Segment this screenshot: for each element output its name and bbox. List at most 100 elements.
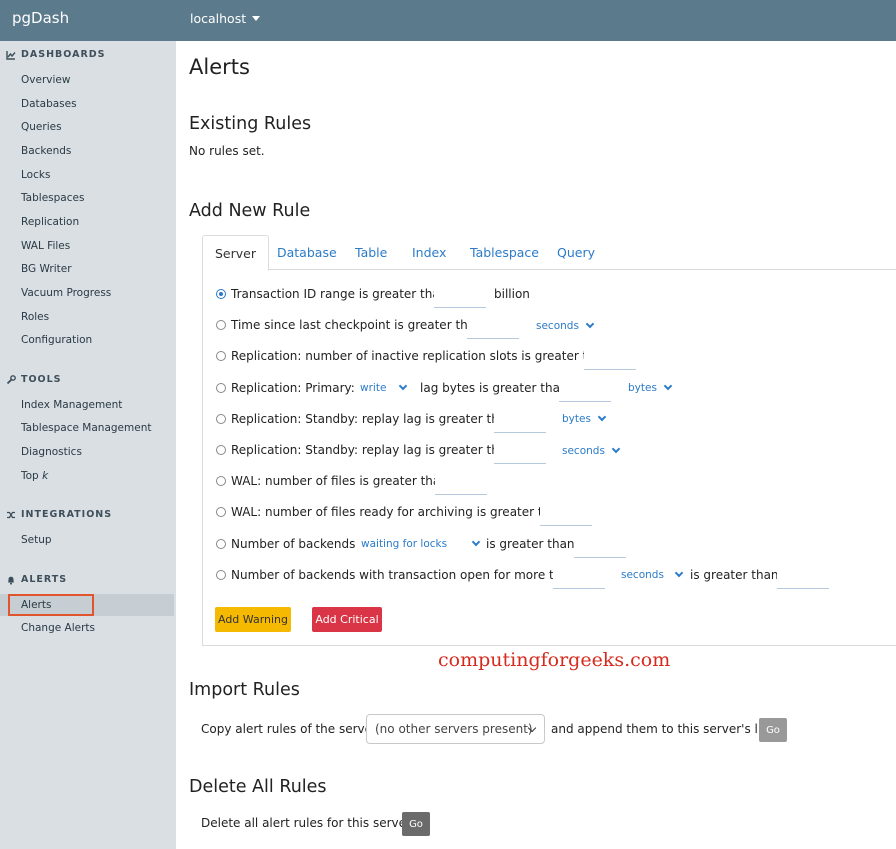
rule-radio-checkpoint[interactable]	[216, 320, 226, 330]
import-go-button[interactable]: Go	[759, 718, 787, 742]
backends-filter-select[interactable]: waiting for locks	[361, 537, 481, 550]
rule-radio-primary-lag[interactable]	[216, 383, 226, 393]
rule-label-checkpoint: Time since last checkpoint is greater th…	[231, 318, 483, 332]
txid-threshold-input[interactable]	[434, 282, 486, 308]
server-selector[interactable]: localhost	[190, 11, 261, 26]
bell-icon	[8, 576, 14, 585]
sidebar-item-databases[interactable]: Databases	[21, 98, 77, 110]
chevron-down-icon	[597, 412, 607, 422]
rule-mid-primary-lag: lag bytes is greater than	[420, 381, 568, 395]
chevron-down-icon	[399, 381, 408, 391]
rule-mid-backends: is greater than	[486, 537, 575, 551]
rule-radio-standby-seconds[interactable]	[216, 445, 226, 455]
add-rule-heading: Add New Rule	[189, 201, 311, 221]
sidebar-item-backends[interactable]: Backends	[21, 145, 71, 157]
sidebar-item-diagnostics[interactable]: Diagnostics	[21, 446, 82, 458]
sidebar-item-vacuum-progress[interactable]: Vacuum Progress	[21, 287, 111, 299]
standby-bytes-unit-select[interactable]: bytes	[562, 412, 607, 425]
rule-radio-inactive-slots[interactable]	[216, 351, 226, 361]
rule-radio-txid[interactable]	[216, 289, 226, 299]
tab-server[interactable]: Server	[202, 235, 269, 271]
chevron-down-icon	[674, 568, 684, 578]
sidebar-item-overview[interactable]: Overview	[21, 74, 70, 86]
rule-radio-wal-files[interactable]	[216, 476, 226, 486]
sidebar-item-index-management[interactable]: Index Management	[21, 399, 122, 411]
wal-files-input[interactable]	[435, 469, 487, 495]
backends-txn-unit-select[interactable]: seconds	[621, 568, 684, 581]
delete-rules-heading: Delete All Rules	[189, 777, 327, 797]
import-server-select[interactable]: (no other servers present)	[366, 714, 545, 744]
import-rules-heading: Import Rules	[189, 680, 300, 700]
backends-waiting-input[interactable]	[574, 532, 626, 558]
sidebar-item-wal-files[interactable]: WAL Files	[21, 240, 70, 252]
chevron-down-icon	[611, 444, 621, 454]
sidebar-item-change-alerts[interactable]: Change Alerts	[21, 622, 95, 634]
sidebar-item-roles[interactable]: Roles	[21, 311, 49, 323]
rule-label-inactive-slots: Replication: number of inactive replicat…	[231, 349, 610, 363]
standby-seconds-input[interactable]	[494, 438, 546, 464]
primary-lag-unit-select[interactable]: bytes	[628, 381, 673, 394]
rule-label-primary-lag: Replication: Primary:	[231, 381, 355, 395]
sidebar-item-tablespaces[interactable]: Tablespaces	[21, 192, 84, 204]
rule-label-wal-archiving: WAL: number of files ready for archiving…	[231, 505, 566, 519]
watermark-text: computingforgeeks.com	[438, 649, 671, 671]
delete-text: Delete all alert rules for this server	[201, 816, 411, 830]
checkpoint-unit-select[interactable]: seconds	[536, 319, 595, 332]
primary-lag-mode-select[interactable]: write	[360, 381, 408, 394]
brand-logo[interactable]: pgDash	[12, 9, 69, 27]
rule-radio-wal-archiving[interactable]	[216, 507, 226, 517]
sidebar: DASHBOARDS Overview Databases Queries Ba…	[0, 41, 176, 849]
primary-lag-input[interactable]	[559, 376, 611, 402]
add-warning-button[interactable]: Add Warning	[215, 607, 291, 632]
sidebar-item-replication[interactable]: Replication	[21, 216, 79, 228]
tab-index[interactable]: Index	[412, 235, 446, 270]
sidebar-section-dashboards: DASHBOARDS	[6, 49, 106, 60]
rule-suffix-billion: billion	[494, 287, 530, 301]
rule-label-backends: Number of backends	[231, 537, 356, 551]
sidebar-item-locks[interactable]: Locks	[21, 169, 50, 181]
alerts-highlight-box	[8, 594, 94, 616]
sidebar-item-bg-writer[interactable]: BG Writer	[21, 263, 72, 275]
rule-tabs: Server Database Table Index Tablespace Q…	[202, 235, 896, 271]
add-critical-button[interactable]: Add Critical	[312, 607, 382, 632]
chevron-down-icon	[471, 537, 481, 547]
rule-label-standby-bytes: Replication: Standby: replay lag is grea…	[231, 412, 514, 426]
sidebar-item-configuration[interactable]: Configuration	[21, 334, 92, 346]
checkpoint-threshold-input[interactable]	[467, 313, 519, 339]
sidebar-item-top-k[interactable]: Top k	[21, 470, 48, 482]
server-name: localhost	[190, 11, 247, 26]
backends-txn-duration-input[interactable]	[553, 563, 605, 589]
rule-label-txid: Transaction ID range is greater than	[231, 287, 448, 301]
main-content: Alerts Existing Rules No rules set. Add …	[176, 41, 896, 849]
chart-icon	[6, 50, 16, 60]
delete-go-button[interactable]: Go	[402, 812, 430, 836]
sidebar-item-tablespace-management[interactable]: Tablespace Management	[21, 422, 151, 434]
wrench-icon	[6, 374, 16, 384]
existing-rules-heading: Existing Rules	[189, 114, 312, 134]
import-prefix-text: Copy alert rules of the server	[201, 722, 377, 736]
tab-database[interactable]: Database	[277, 235, 337, 270]
standby-seconds-unit-select[interactable]: seconds	[562, 444, 621, 457]
chevron-down-icon	[585, 319, 595, 329]
rule-label-standby-seconds: Replication: Standby: replay lag is grea…	[231, 443, 514, 457]
sidebar-section-tools: TOOLS	[6, 374, 62, 385]
rule-label-wal-files: WAL: number of files is greater than	[231, 474, 448, 488]
sidebar-item-queries[interactable]: Queries	[21, 121, 62, 133]
no-rules-text: No rules set.	[189, 144, 265, 158]
standby-bytes-input[interactable]	[494, 407, 546, 433]
tab-table[interactable]: Table	[355, 235, 387, 270]
chevron-down-icon	[663, 381, 673, 391]
sidebar-item-setup[interactable]: Setup	[21, 534, 52, 546]
top-navbar: pgDash localhost	[0, 0, 896, 41]
tab-tablespace[interactable]: Tablespace	[470, 235, 539, 270]
rule-radio-backends-waiting[interactable]	[216, 539, 226, 549]
rule-radio-backends-txn[interactable]	[216, 570, 226, 580]
shuffle-icon	[7, 511, 15, 518]
backends-txn-count-input[interactable]	[777, 563, 829, 589]
tab-query[interactable]: Query	[557, 235, 595, 270]
rule-radio-standby-bytes[interactable]	[216, 414, 226, 424]
rule-label-backends-txn: Number of backends with transaction open…	[231, 568, 577, 582]
wal-archiving-input[interactable]	[540, 500, 592, 526]
import-suffix-text: and append them to this server's list	[551, 722, 773, 736]
inactive-slots-input[interactable]	[584, 344, 636, 370]
